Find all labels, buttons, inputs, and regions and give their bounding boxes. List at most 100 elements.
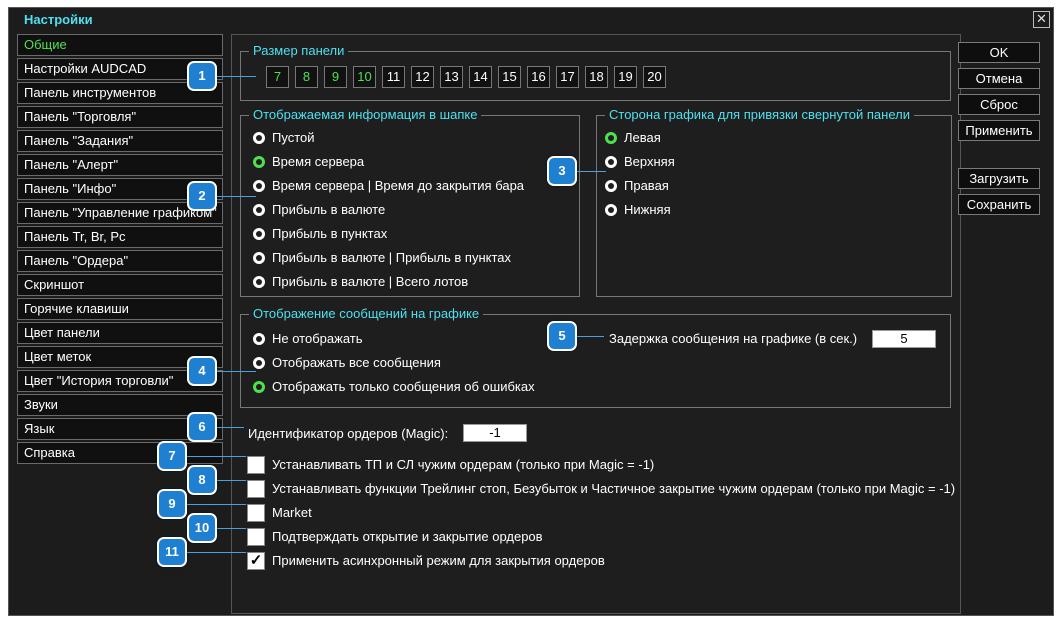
- callout-3-leader: [576, 171, 606, 172]
- panel-size-option[interactable]: 15: [498, 66, 521, 88]
- radio-icon[interactable]: [253, 204, 265, 216]
- callout-badge-4: 4: [187, 356, 217, 386]
- panel-size-option[interactable]: 14: [469, 66, 492, 88]
- radio-label: Отображать только сообщения об ошибках: [272, 379, 535, 394]
- checkbox-icon[interactable]: [247, 528, 265, 546]
- cancel-button[interactable]: Отмена: [958, 68, 1040, 89]
- radio-label: Прибыль в валюте: [272, 202, 386, 217]
- callout-11-leader: [186, 552, 246, 553]
- callout-badge-9: 9: [157, 489, 187, 519]
- panel-size-option[interactable]: 17: [556, 66, 579, 88]
- radio-label: Нижняя: [624, 202, 671, 217]
- sidebar-item[interactable]: Панель Tr, Br, Pc: [17, 226, 223, 248]
- radio-icon[interactable]: [253, 156, 265, 168]
- radio-icon[interactable]: [253, 381, 265, 393]
- apply-button[interactable]: Применить: [958, 120, 1040, 141]
- settings-window: Настройки ✕ Общие Настройки AUDCAD Панель …: [8, 7, 1054, 616]
- sidebar-item[interactable]: Панель "Ордера": [17, 250, 223, 272]
- panel-size-option[interactable]: 20: [643, 66, 666, 88]
- sidebar-item[interactable]: Общие: [17, 34, 223, 56]
- panel-size-option[interactable]: 13: [440, 66, 463, 88]
- checkmark-icon[interactable]: ✓: [247, 552, 265, 570]
- callout-badge-3: 3: [547, 156, 577, 186]
- callout-badge-11: 11: [157, 537, 187, 567]
- radio-label: Прибыль в валюте | Прибыль в пунктах: [272, 250, 511, 265]
- radio-label: Пустой: [272, 130, 315, 145]
- radio-icon[interactable]: [605, 180, 617, 192]
- general-settings-panel: Размер панели 7 8 9 10 11 12 13 14 15 16 17 18 19 20 …: [231, 34, 961, 614]
- callout-4-leader: [216, 371, 256, 372]
- radio-label: Время сервера: [272, 154, 365, 169]
- checkbox-label: Подтверждать открытие и закрытие ордеров: [272, 529, 543, 544]
- callout-badge-5: 5: [547, 321, 577, 351]
- radio-icon[interactable]: [253, 357, 265, 369]
- save-button[interactable]: Сохранить: [958, 194, 1040, 215]
- radio-icon[interactable]: [253, 228, 265, 240]
- panel-size-group: Размер панели 7 8 9 10 11 12 13 14 15 16 17 18 19 20: [240, 43, 951, 101]
- radio-icon[interactable]: [253, 252, 265, 264]
- title-bar: Настройки ✕: [9, 8, 1053, 32]
- panel-size-option[interactable]: 18: [585, 66, 608, 88]
- radio-icon[interactable]: [605, 132, 617, 144]
- callout-badge-8: 8: [187, 465, 217, 495]
- checkbox-label: Market: [272, 505, 312, 520]
- callout-9-leader: [186, 504, 246, 505]
- reset-button[interactable]: Сброс: [958, 94, 1040, 115]
- sidebar-item[interactable]: Справка: [17, 442, 223, 464]
- load-button[interactable]: Загрузить: [958, 168, 1040, 189]
- sidebar-item[interactable]: Панель "Торговля": [17, 106, 223, 128]
- panel-size-option[interactable]: 10: [353, 66, 376, 88]
- radio-icon[interactable]: [253, 180, 265, 192]
- window-title: Настройки: [24, 12, 93, 27]
- radio-icon[interactable]: [253, 276, 265, 288]
- radio-label: Прибыль в пунктах: [272, 226, 388, 241]
- sidebar-item[interactable]: Цвет панели: [17, 322, 223, 344]
- checkbox-label: Устанавливать функции Трейлинг стоп, Без…: [272, 481, 956, 496]
- ok-button[interactable]: OK: [958, 42, 1040, 63]
- callout-6-leader: [216, 427, 244, 428]
- close-icon[interactable]: ✕: [1033, 11, 1050, 28]
- panel-size-option[interactable]: 11: [382, 66, 405, 88]
- panel-size-option[interactable]: 8: [295, 66, 318, 88]
- callout-7-leader: [186, 456, 246, 457]
- radio-label: Время сервера | Время до закрытия бара: [272, 178, 525, 193]
- header-info-title: Отображаемая информация в шапке: [249, 107, 482, 123]
- panel-size-option[interactable]: 19: [614, 66, 637, 88]
- panel-size-option[interactable]: 9: [324, 66, 347, 88]
- sidebar-item[interactable]: Скриншот: [17, 274, 223, 296]
- header-info-group: Отображаемая информация в шапке Пустой Вр…: [240, 107, 580, 297]
- callout-badge-1: 1: [187, 61, 217, 91]
- checkbox-label: Устанавливать ТП и СЛ чужим ордерам (тол…: [272, 457, 655, 472]
- radio-label: Правая: [624, 178, 669, 193]
- callout-5-leader: [576, 336, 604, 337]
- message-delay-label: Задержка сообщения на графике (в сек.): [609, 331, 858, 346]
- magic-input[interactable]: -1: [463, 424, 527, 442]
- sidebar-item[interactable]: Панель "Алерт": [17, 154, 223, 176]
- radio-icon[interactable]: [605, 204, 617, 216]
- callout-badge-6: 6: [187, 412, 217, 442]
- radio-label: Левая: [624, 130, 661, 145]
- collapsed-side-group: Сторона графика для привязки свернутой п…: [596, 107, 952, 297]
- panel-size-option[interactable]: 12: [411, 66, 434, 88]
- panel-size-option[interactable]: 7: [266, 66, 289, 88]
- radio-icon[interactable]: [605, 156, 617, 168]
- sidebar-item[interactable]: Горячие клавиши: [17, 298, 223, 320]
- messages-title: Отображение сообщений на графике: [249, 306, 484, 322]
- magic-label: Идентификатор ордеров (Magic):: [248, 426, 449, 441]
- checkbox-icon[interactable]: [247, 504, 265, 522]
- callout-2-leader: [216, 196, 256, 197]
- checkbox-icon[interactable]: [247, 456, 265, 474]
- radio-label: Верхняя: [624, 154, 675, 169]
- checkbox-icon[interactable]: [247, 480, 265, 498]
- settings-nav: Общие Настройки AUDCAD Панель инструментов…: [17, 34, 223, 466]
- callout-8-leader: [216, 480, 246, 481]
- sidebar-item[interactable]: Панель "Задания": [17, 130, 223, 152]
- radio-icon[interactable]: [253, 333, 265, 345]
- callout-badge-2: 2: [187, 181, 217, 211]
- messages-group: Отображение сообщений на графике Не отоб…: [240, 306, 951, 408]
- message-delay-input[interactable]: 5: [872, 330, 936, 348]
- panel-size-title: Размер панели: [249, 43, 349, 59]
- panel-size-option[interactable]: 16: [527, 66, 550, 88]
- radio-icon[interactable]: [253, 132, 265, 144]
- callout-badge-10: 10: [187, 513, 217, 543]
